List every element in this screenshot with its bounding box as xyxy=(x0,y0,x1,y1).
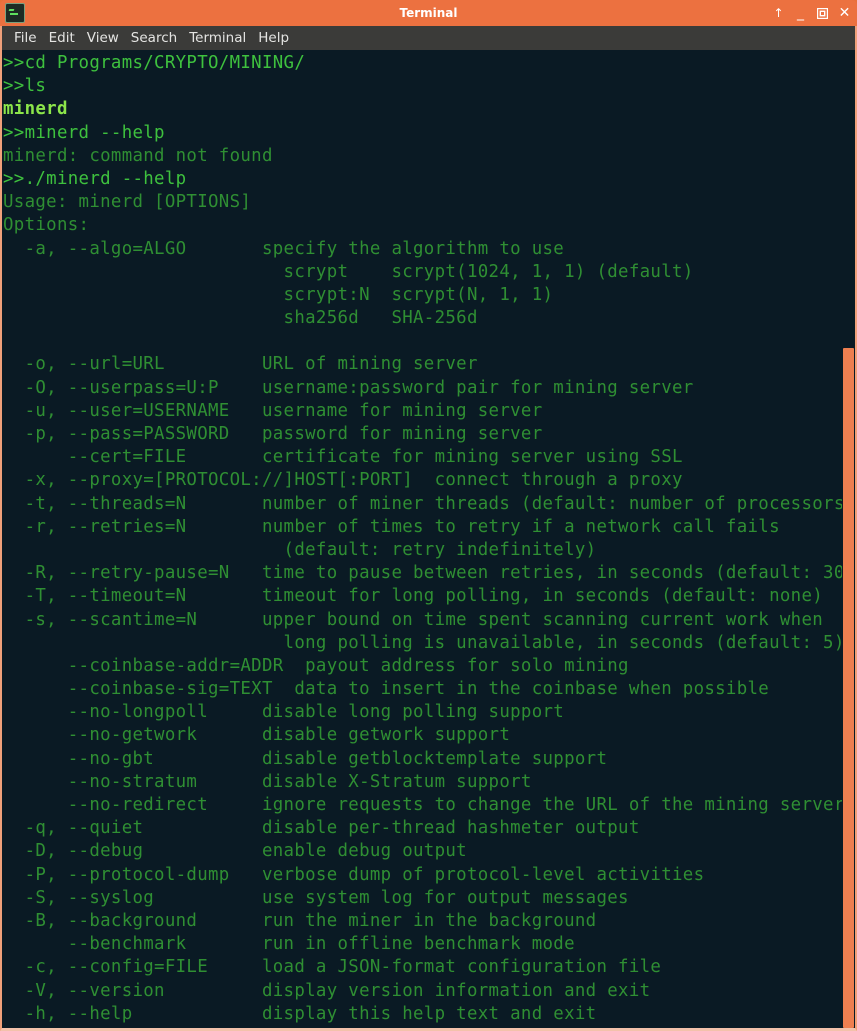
terminal-line: >>./minerd --help xyxy=(3,168,187,189)
terminal-body[interactable]: >>cd Programs/CRYPTO/MINING/>>ls minerd >>… xyxy=(0,50,857,1031)
terminal-line: -r, --retries=N number of times to retry… xyxy=(3,516,780,537)
terminal-scrollbar[interactable] xyxy=(842,50,855,1028)
terminal-line: minerd xyxy=(3,99,68,120)
terminal-line: Options: xyxy=(3,215,90,236)
terminal-output[interactable]: >>cd Programs/CRYPTO/MINING/>>ls minerd >>… xyxy=(2,50,842,1028)
terminal-line: --benchmark run in offline benchmark mod… xyxy=(3,934,575,955)
close-button[interactable]: ✕ xyxy=(838,6,851,20)
terminal-window: Terminal ↑ _ ✕ File Edit View Search Ter… xyxy=(0,0,857,1031)
terminal-line: long polling is unavailable, in seconds … xyxy=(3,632,842,653)
terminal-line: -x, --proxy=[PROTOCOL://]HOST[:PORT] con… xyxy=(3,470,683,491)
terminal-line: >>ls xyxy=(3,76,47,97)
terminal-line: scrypt:N scrypt(N, 1, 1) xyxy=(3,284,554,305)
terminal-line: -p, --pass=PASSWORD password for mining … xyxy=(3,424,543,444)
scrollbar-thumb[interactable] xyxy=(843,348,854,1028)
terminal-line: (default: retry indefinitely) xyxy=(3,539,597,560)
terminal-line: -u, --user=USERNAME username for mining … xyxy=(3,400,543,421)
terminal-line: -h, --help display this help text and ex… xyxy=(3,1003,597,1024)
terminal-line: --coinbase-addr=ADDR payout address for … xyxy=(3,655,629,676)
terminal-line: -t, --threads=N number of miner threads … xyxy=(3,493,842,514)
terminal-line: --no-stratum disable X-Stratum support xyxy=(3,771,532,792)
terminal-line: -D, --debug enable debug output xyxy=(3,841,467,862)
terminal-line: >>cd Programs/CRYPTO/MINING/ xyxy=(3,53,306,73)
terminal-line: -T, --timeout=N timeout for long polling… xyxy=(3,586,824,607)
terminal-icon xyxy=(5,3,25,23)
terminal-line: Usage: minerd [OPTIONS] xyxy=(3,192,252,213)
terminal-line: -V, --version display version informatio… xyxy=(3,980,651,1001)
menu-item-terminal[interactable]: Terminal xyxy=(183,28,252,48)
terminal-line: -c, --config=FILE load a JSON-format con… xyxy=(3,957,662,978)
terminal-line: --coinbase-sig=TEXT data to insert in th… xyxy=(3,679,770,700)
terminal-line: minerd: command not found xyxy=(3,145,273,166)
window-title: Terminal xyxy=(399,6,458,20)
terminal-line: -S, --syslog use system log for output m… xyxy=(3,887,629,908)
menu-item-file[interactable]: File xyxy=(8,28,43,48)
menu-item-help[interactable]: Help xyxy=(252,28,295,48)
terminal-line: scrypt scrypt(1024, 1, 1) (default) xyxy=(3,261,694,282)
terminal-line: >>minerd --help xyxy=(3,122,165,143)
terminal-line: -P, --protocol-dump verbose dump of prot… xyxy=(3,864,705,885)
terminal-line: -a, --algo=ALGO specify the algorithm to… xyxy=(3,238,565,259)
terminal-line: sha256d SHA-256d xyxy=(3,308,478,329)
menu-item-search[interactable]: Search xyxy=(125,28,183,48)
terminal-line: --no-redirect ignore requests to change … xyxy=(3,795,842,815)
terminal-line: -q, --quiet disable per-thread hashmeter… xyxy=(3,818,640,839)
title-bar[interactable]: Terminal ↑ _ ✕ xyxy=(0,0,857,26)
menu-item-edit[interactable]: Edit xyxy=(43,28,81,48)
minimize-button[interactable]: _ xyxy=(794,6,807,21)
terminal-line: --no-longpoll disable long polling suppo… xyxy=(3,702,565,723)
menu-bar: File Edit View Search Terminal Help xyxy=(0,26,857,50)
terminal-line: -o, --url=URL URL of mining server xyxy=(3,354,478,375)
shade-button[interactable]: ↑ xyxy=(772,6,785,20)
terminal-line: -R, --retry-pause=N time to pause betwee… xyxy=(3,563,842,584)
terminal-line: >> xyxy=(3,1026,842,1028)
menu-item-view[interactable]: View xyxy=(81,28,125,48)
terminal-line: --no-gbt disable getblocktemplate suppor… xyxy=(3,748,608,769)
terminal-line: --no-getwork disable getwork support xyxy=(3,725,511,746)
terminal-line: -O, --userpass=U:P username:password pai… xyxy=(3,377,694,398)
terminal-line: -s, --scantime=N upper bound on time spe… xyxy=(3,609,824,630)
maximize-button[interactable] xyxy=(816,6,829,20)
terminal-line: -B, --background run the miner in the ba… xyxy=(3,910,597,931)
terminal-line: --cert=FILE certificate for mining serve… xyxy=(3,447,683,468)
window-controls: ↑ _ ✕ xyxy=(772,0,851,26)
